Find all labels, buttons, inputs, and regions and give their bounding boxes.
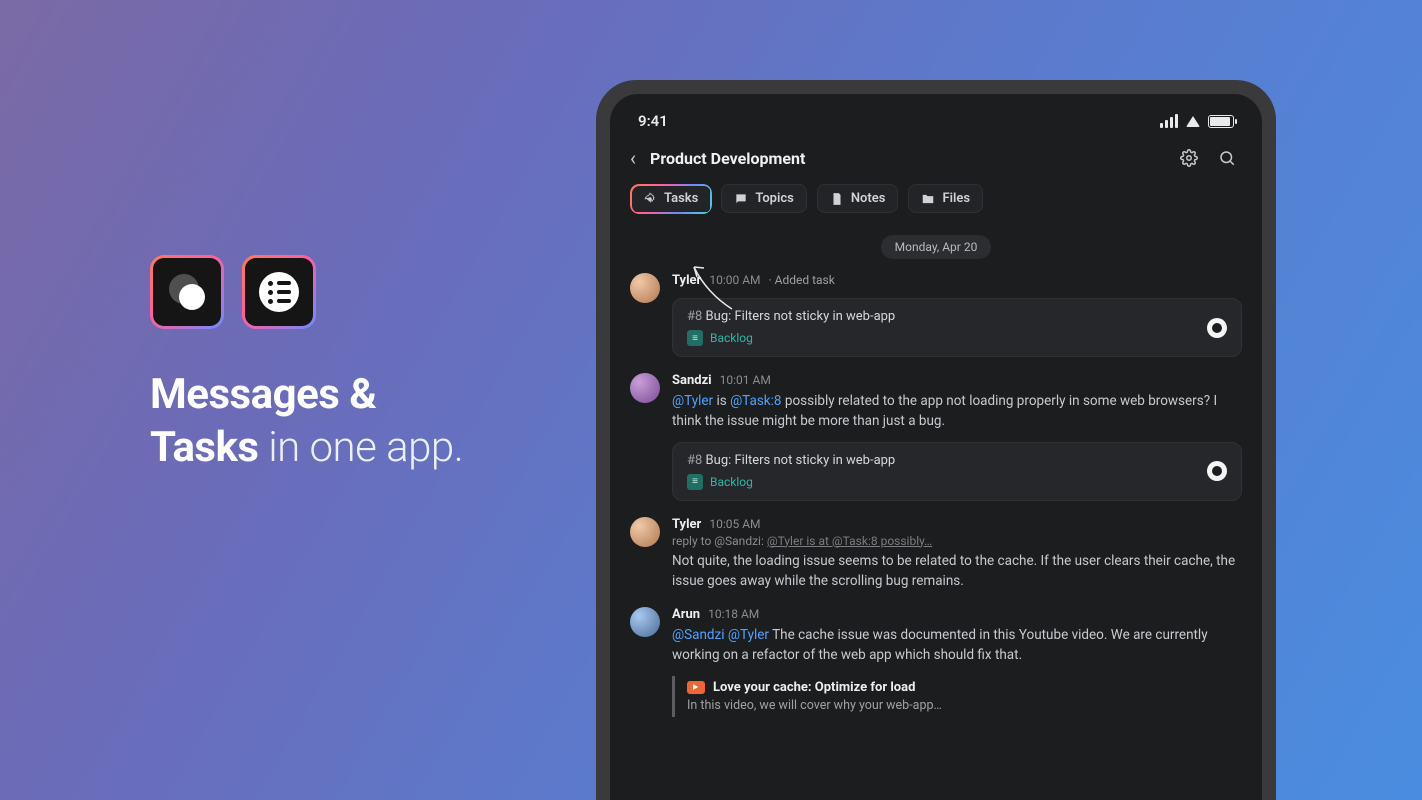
avatar[interactable]: [630, 373, 660, 403]
wifi-icon: [1186, 116, 1200, 127]
author-name[interactable]: Tyler: [672, 273, 701, 288]
avatar[interactable]: [630, 517, 660, 547]
mention[interactable]: @Tyler: [672, 393, 713, 409]
avatar[interactable]: [630, 607, 660, 637]
tab-label: Topics: [755, 191, 794, 206]
task-card[interactable]: #8 Bug: Filters not sticky in web-app ≡ …: [672, 442, 1242, 501]
channel-header: ‹ Product Development: [610, 138, 1262, 184]
date-separator: Monday, Apr 20: [881, 235, 992, 259]
message-text: Not quite, the loading issue seems to be…: [672, 551, 1242, 592]
avatar[interactable]: [630, 273, 660, 303]
message-time: 10:01 AM: [720, 373, 771, 387]
author-name[interactable]: Tyler: [672, 517, 701, 532]
channel-title: Product Development: [650, 149, 805, 168]
tab-label: Tasks: [664, 191, 698, 206]
message-text: @Tyler is @Task:8 possibly related to th…: [672, 391, 1242, 432]
task-card[interactable]: #8 Bug: Filters not sticky in web-app ≡ …: [672, 298, 1242, 357]
back-button[interactable]: ‹: [630, 146, 636, 170]
cellular-icon: [1160, 114, 1178, 128]
search-icon[interactable]: [1218, 149, 1236, 167]
activity-label: · Added task: [769, 273, 835, 287]
tab-notes[interactable]: Notes: [817, 184, 899, 213]
tab-files[interactable]: Files: [908, 184, 983, 213]
tab-label: Files: [942, 191, 970, 206]
task-complete-toggle[interactable]: [1207, 318, 1227, 338]
chat-bubble-icon: [169, 274, 205, 310]
author-name[interactable]: Sandzi: [672, 373, 712, 388]
embed-subtitle: In this video, we will cover why your we…: [687, 698, 1242, 713]
message-time: 10:05 AM: [709, 517, 760, 531]
message-text: @Sandzi @Tyler The cache issue was docum…: [672, 625, 1242, 666]
promo-icon-row: [150, 255, 520, 329]
tablet-device-frame: 9:41 ‹ Product Development Tasks: [596, 80, 1276, 800]
folder-icon: [921, 192, 935, 206]
youtube-icon: [687, 681, 705, 694]
list-icon: [259, 272, 299, 312]
tab-tasks[interactable]: Tasks: [630, 184, 711, 213]
message-item: Tyler 10:00 AM · Added task #8 Bug: Filt…: [630, 273, 1242, 357]
status-chip-icon: ≡: [687, 474, 703, 490]
tab-label: Notes: [851, 191, 886, 206]
app-screen: 9:41 ‹ Product Development Tasks: [610, 94, 1262, 800]
reply-context[interactable]: reply to @Sandzi: @Tyler is at @Task:8 p…: [672, 534, 1242, 548]
task-title: #8 Bug: Filters not sticky in web-app: [687, 453, 895, 468]
app-icon-messages: [150, 255, 224, 329]
task-status: ≡ Backlog: [687, 330, 895, 346]
message-time: 10:00 AM: [709, 273, 760, 287]
app-icon-tasks: [242, 255, 316, 329]
task-status: ≡ Backlog: [687, 474, 895, 490]
mention[interactable]: @Sandzi: [672, 627, 725, 643]
tab-bar: Tasks Topics Notes Files: [610, 184, 1262, 227]
mention[interactable]: @Tyler: [728, 627, 769, 643]
tab-topics[interactable]: Topics: [721, 184, 807, 213]
battery-icon: [1208, 115, 1234, 128]
message-item: Arun 10:18 AM @Sandzi @Tyler The cache i…: [630, 607, 1242, 717]
status-time: 9:41: [638, 112, 668, 130]
link-embed[interactable]: Love your cache: Optimize for load In th…: [672, 676, 1242, 717]
message-feed: Tyler 10:00 AM · Added task #8 Bug: Filt…: [610, 273, 1262, 717]
message-item: Tyler 10:05 AM reply to @Sandzi: @Tyler …: [630, 517, 1242, 592]
cog-icon: [643, 192, 657, 206]
mention[interactable]: @Task:8: [730, 393, 781, 409]
embed-title: Love your cache: Optimize for load: [713, 680, 915, 695]
task-title: #8 Bug: Filters not sticky in web-app: [687, 309, 895, 324]
status-chip-icon: ≡: [687, 330, 703, 346]
message-item: Sandzi 10:01 AM @Tyler is @Task:8 possib…: [630, 373, 1242, 501]
settings-icon[interactable]: [1180, 149, 1198, 167]
chat-icon: [734, 192, 748, 206]
promo-headline: Messages & Tasks in one app.: [150, 369, 520, 474]
message-time: 10:18 AM: [708, 607, 759, 621]
promo-panel: Messages & Tasks in one app.: [150, 255, 520, 474]
status-bar: 9:41: [610, 94, 1262, 138]
author-name[interactable]: Arun: [672, 607, 700, 622]
task-complete-toggle[interactable]: [1207, 461, 1227, 481]
document-icon: [830, 192, 844, 206]
